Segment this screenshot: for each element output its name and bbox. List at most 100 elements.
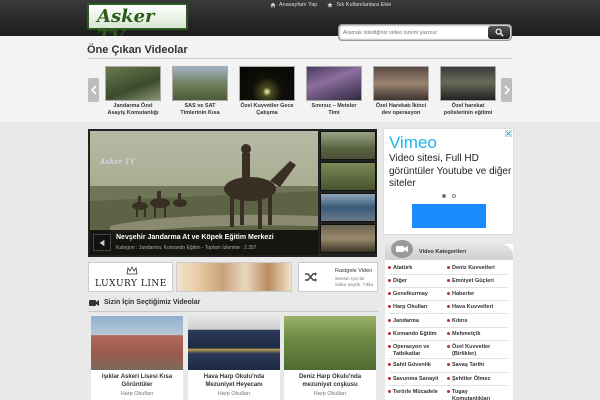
featured-video-5[interactable]: Özel Harekatı İkinci dev operasyon — [373, 66, 429, 117]
video-title: Deniz Harp Okulu'nda mezuniyet coşkusu — [298, 374, 362, 388]
video-title: SAS ve SAT Timlerinin Kısa — [180, 103, 220, 116]
selected-video-2[interactable]: Hava Harp Okulu'nda Mezuniyet Heyecanı H… — [188, 316, 280, 400]
category-divider — [389, 287, 508, 288]
make-homepage-label: Anasayfam Yap — [279, 2, 318, 8]
home-icon — [270, 2, 276, 8]
add-favorites-label: Sık Kullanılanlara Ekle — [336, 2, 392, 8]
play-button[interactable] — [93, 234, 111, 251]
video-title: Özel Kuvvetler Gece Çatışma — [240, 103, 294, 116]
category-link[interactable]: Mehmetçik — [447, 331, 506, 338]
video-thumbnail — [172, 66, 228, 101]
category-divider — [389, 385, 508, 386]
selected-video-1[interactable]: Işıklar Askeri Lisesi Kısa Görüntüler Ha… — [91, 316, 183, 400]
main-video-meta: Kategori : Jandarma, Komando Eğitim - To… — [116, 245, 257, 251]
featured-video-3[interactable]: Özel Kuvvetler Gece Çatışma — [239, 66, 295, 117]
main-video-player[interactable]: Asker TV Nevşehir Jandarma At ve Köpek E… — [90, 131, 318, 255]
category-link[interactable]: Şehitler Ölmez — [447, 376, 506, 383]
video-thumbnail — [91, 316, 183, 370]
video-thumbnail — [373, 66, 429, 101]
luxury-line-banner[interactable]: LUXURY LINE — [88, 262, 173, 292]
ad-choices-icon[interactable] — [505, 130, 512, 137]
featured-divider — [87, 58, 513, 59]
category-link[interactable]: Emniyet Güçleri — [447, 278, 506, 285]
featured-video-1[interactable]: Jandarma Özel Asayiş Komutanlığı — [105, 66, 161, 117]
video-category[interactable]: Harp Okulları — [91, 389, 183, 399]
star-icon — [327, 2, 334, 8]
search-input[interactable] — [343, 27, 487, 39]
video-title: Sınırsız – Meteler Timi — [311, 103, 357, 116]
video-thumbnail — [440, 66, 496, 101]
video-category[interactable]: Harp Okulları — [188, 389, 280, 399]
category-link[interactable]: Deniz Kuvvetleri — [447, 265, 506, 272]
search-icon — [494, 28, 504, 37]
play-icon — [99, 239, 105, 246]
category-divider — [389, 327, 508, 328]
carousel-prev-button[interactable] — [88, 78, 99, 102]
ad-slide-dots — [442, 194, 456, 198]
category-link[interactable]: Terörle Mücadele — [388, 389, 447, 396]
category-link[interactable]: Savunma Sanayii — [388, 376, 447, 383]
search-box — [338, 24, 512, 41]
category-link[interactable]: Özel Kuvvetler (Birlikler) — [447, 344, 506, 357]
featured-video-6[interactable]: Özel harekat polislerinin eğitimi — [440, 66, 496, 117]
category-link[interactable]: Operasyon ve Tatbikatlar — [388, 344, 447, 357]
ad-cta-button[interactable] — [412, 204, 486, 228]
video-thumbnail — [105, 66, 161, 101]
random-video-box[interactable]: Rastgele Video Sensin için bir video seç… — [298, 262, 378, 292]
furniture-banner[interactable] — [176, 262, 292, 292]
random-video-title: Rastgele Video — [335, 268, 373, 274]
category-link[interactable]: Haberler — [447, 291, 506, 298]
video-title: Özel Harekatı İkinci dev operasyon — [375, 103, 427, 116]
category-divider — [389, 313, 508, 314]
video-thumbnail — [239, 66, 295, 101]
category-link[interactable]: Sahil Güvenlik — [388, 362, 447, 369]
video-icon — [396, 246, 408, 252]
video-title: Özel harekat polislerinin eğitimi — [443, 103, 493, 116]
luxury-line-text: LUXURY LINE — [95, 279, 167, 289]
side-video-thumb-1[interactable] — [320, 131, 376, 160]
video-category[interactable]: Harp Okulları — [284, 389, 376, 399]
category-link[interactable]: Tugay Komutanlıkları — [447, 389, 506, 400]
video-thumbnail — [284, 316, 376, 370]
category-link[interactable]: Kıbrıs — [447, 318, 506, 325]
video-caption-bar: Nevşehir Jandarma At ve Köpek Eğitim Mer… — [90, 230, 318, 255]
featured-video-4[interactable]: Sınırsız – Meteler Timi — [306, 66, 362, 117]
ad-brand: Vimeo — [389, 133, 437, 152]
category-divider — [389, 340, 508, 341]
video-title: Jandarma Özel Asayiş Komutanlığı — [107, 103, 159, 116]
category-link[interactable]: Harp Okulları — [388, 304, 447, 311]
category-link[interactable]: Genelkurmay — [388, 291, 447, 298]
category-link[interactable]: Savaş Tarihi — [447, 362, 506, 369]
shuffle-icon — [305, 272, 317, 282]
video-thumbnail — [306, 66, 362, 101]
featured-video-2[interactable]: SAS ve SAT Timlerinin Kısa — [172, 66, 228, 117]
side-video-thumb-4[interactable] — [320, 224, 376, 253]
site-logo[interactable]: Asker TV — [87, 3, 188, 48]
vimeo-ad[interactable]: Vimeo Video sitesi, Full HD görüntüler Y… — [383, 128, 514, 235]
search-button[interactable] — [488, 26, 510, 39]
chevron-right-icon — [503, 85, 510, 95]
ad-dot[interactable] — [452, 194, 456, 198]
carousel-next-button[interactable] — [501, 78, 512, 102]
main-video-title[interactable]: Nevşehir Jandarma At ve Köpek Eğitim Mer… — [116, 234, 274, 241]
selected-divider — [88, 311, 378, 312]
selected-video-3[interactable]: Deniz Harp Okulu'nda mezuniyet coşkusu H… — [284, 316, 376, 400]
category-link[interactable]: Hava Kuvvetleri — [447, 304, 506, 311]
side-video-thumb-2[interactable] — [320, 162, 376, 191]
category-link[interactable]: Jandarma — [388, 318, 447, 325]
category-divider — [389, 372, 508, 373]
add-favorites-link[interactable]: Sık Kullanılanlara Ekle — [327, 2, 391, 8]
category-link[interactable]: Komando Eğitim — [388, 331, 447, 338]
crown-icon — [126, 266, 138, 275]
featured-title: Öne Çıkan Videolar — [87, 44, 188, 56]
top-links: Anasayfam Yap Sık Kullanılanlara Ekle — [270, 2, 391, 8]
make-homepage-link[interactable]: Anasayfam Yap — [270, 2, 317, 8]
category-link[interactable]: Diğer — [388, 278, 447, 285]
side-video-thumb-3[interactable] — [320, 193, 376, 222]
category-divider — [389, 300, 508, 301]
selected-videos-title: Sizin İçin Seçtiğimiz Videolar — [104, 299, 201, 306]
category-link[interactable]: Atatürk — [388, 265, 447, 272]
ad-dot-active[interactable] — [442, 194, 446, 198]
category-divider — [389, 358, 508, 359]
video-watermark: Asker TV — [100, 157, 136, 166]
